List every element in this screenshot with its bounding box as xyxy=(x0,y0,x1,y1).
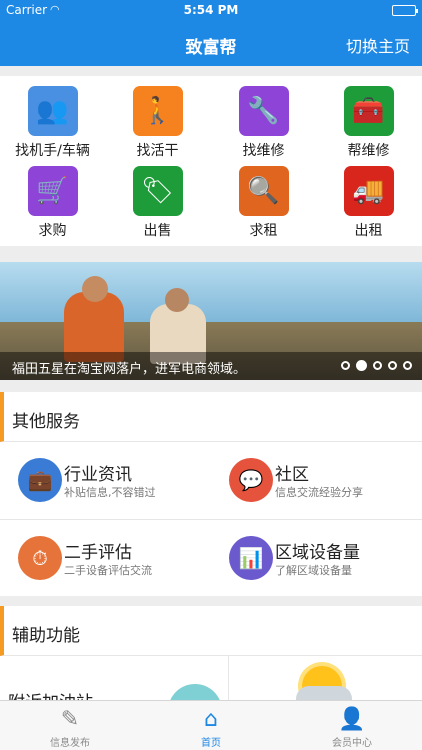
auxiliary-panel: 附近加油站 xyxy=(0,656,422,700)
navigation-bar: 致富帮 切换主页 xyxy=(0,22,422,66)
chat-bubbles-icon: 💬 xyxy=(229,458,273,502)
home-icon: ⌂ xyxy=(204,706,218,732)
grid-item-label: 求租 xyxy=(249,223,278,239)
grid-item-label: 帮维修 xyxy=(347,143,390,159)
banner-page-indicator[interactable] xyxy=(341,360,412,371)
service-regional-equipment[interactable]: 📊 区域设备量 了解区域设备量 xyxy=(211,520,422,596)
grid-item-want-buy[interactable]: 🛒 求购 xyxy=(0,166,105,246)
truck-icon: 🚚 xyxy=(343,166,394,216)
grid-item-offer-repair[interactable]: 🧰 帮维修 xyxy=(316,86,421,166)
service-title: 行业资讯 xyxy=(64,465,132,485)
gas-station-icon xyxy=(168,684,222,700)
tab-label: 会员中心 xyxy=(332,738,372,749)
section-header-other-services: 其他服务 xyxy=(0,392,422,442)
grid-item-label: 出售 xyxy=(143,223,172,239)
divider xyxy=(0,519,422,520)
divider xyxy=(228,656,229,700)
appraisal-icon: ⏱ xyxy=(18,536,62,580)
service-subtitle: 信息交流经验分享 xyxy=(275,486,363,499)
aux-item-gas-station[interactable]: 附近加油站 xyxy=(8,688,93,700)
banner-photo-person-head xyxy=(82,276,108,302)
switch-home-button[interactable]: 切换主页 xyxy=(346,33,410,57)
tab-bar: ✎ 信息发布 ⌂ 首页 👤 会员中心 xyxy=(0,700,422,750)
tab-label: 首页 xyxy=(201,738,221,749)
grid-item-label: 找机手/车辆 xyxy=(15,143,90,159)
grid-item-find-work[interactable]: 🚶 找活干 xyxy=(105,86,210,166)
service-used-appraisal[interactable]: ⏱ 二手评估 二手设备评估交流 xyxy=(0,520,211,596)
service-community[interactable]: 💬 社区 信息交流经验分享 xyxy=(211,442,422,518)
banner-photo-person-head xyxy=(165,288,189,312)
tab-member-center[interactable]: 👤 会员中心 xyxy=(282,701,422,750)
service-title: 区域设备量 xyxy=(275,543,360,563)
grid-item-label: 找维修 xyxy=(242,143,285,159)
grid-item-find-repair[interactable]: 🔧 找维修 xyxy=(211,86,316,166)
user-icon: 👤 xyxy=(338,706,366,732)
people-icon: 👥 xyxy=(27,86,78,136)
grid-item-rent-out[interactable]: 🚚 出租 xyxy=(316,166,421,246)
toolbox-icon: 🧰 xyxy=(343,86,394,136)
battery-icon xyxy=(392,5,418,16)
section-header-auxiliary: 辅助功能 xyxy=(0,606,422,656)
grid-item-find-operator[interactable]: 👥 找机手/车辆 xyxy=(0,86,105,166)
grid-item-label: 找活干 xyxy=(136,143,179,159)
page-dot[interactable] xyxy=(341,361,350,370)
tab-label: 信息发布 xyxy=(50,738,90,749)
weather-icon[interactable] xyxy=(296,686,352,700)
walking-icon: 🚶 xyxy=(132,86,183,136)
service-subtitle: 了解区域设备量 xyxy=(275,564,352,577)
service-title: 二手评估 xyxy=(64,543,132,563)
grid-item-want-rent[interactable]: 🔍 求租 xyxy=(211,166,316,246)
status-bar: Carrier ◠ 5:54 PM xyxy=(0,0,422,22)
grid-item-sell[interactable]: 🏷 出售 xyxy=(105,166,210,246)
page-dot[interactable] xyxy=(403,361,412,370)
tab-home[interactable]: ⌂ 首页 xyxy=(141,701,281,750)
news-banner[interactable]: 福田五星在淘宝网落户，进军电商领域。 xyxy=(0,262,422,380)
service-title: 社区 xyxy=(275,465,309,485)
page-dot[interactable] xyxy=(373,361,382,370)
page-dot-active[interactable] xyxy=(356,360,367,371)
price-tag-icon: 🏷 xyxy=(132,166,183,216)
service-industry-news[interactable]: 💼 行业资讯 补贴信息,不容错过 xyxy=(0,442,211,518)
cart-icon: 🛒 xyxy=(27,166,78,216)
grid-item-label: 出租 xyxy=(354,223,383,239)
briefcase-icon: 💼 xyxy=(18,458,62,502)
category-grid: 👥 找机手/车辆 🚶 找活干 🔧 找维修 🧰 帮维修 🛒 求购 🏷 出售 🔍 求… xyxy=(0,76,422,246)
analytics-icon: 📊 xyxy=(229,536,273,580)
edit-icon: ✎ xyxy=(60,706,80,732)
tab-publish-info[interactable]: ✎ 信息发布 xyxy=(0,701,140,750)
wrench-icon: 🔧 xyxy=(238,86,289,136)
page-dot[interactable] xyxy=(388,361,397,370)
service-subtitle: 二手设备评估交流 xyxy=(64,564,152,577)
search-icon: 🔍 xyxy=(238,166,289,216)
service-subtitle: 补贴信息,不容错过 xyxy=(64,486,156,499)
status-time: 5:54 PM xyxy=(183,3,239,17)
grid-item-label: 求购 xyxy=(38,223,67,239)
